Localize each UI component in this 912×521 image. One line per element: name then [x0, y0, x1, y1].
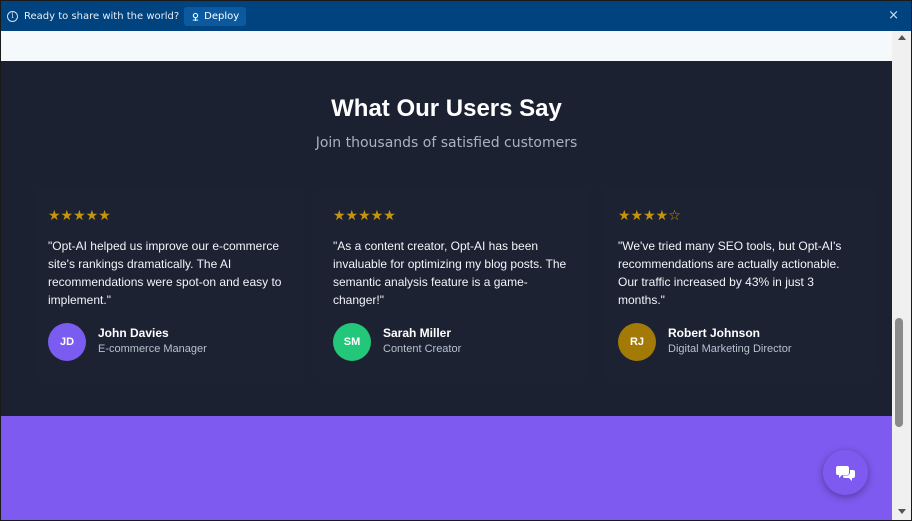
testimonial-quote: "Opt-AI helped us improve our e-commerce…: [48, 239, 282, 307]
testimonials-section: What Our Users Say Join thousands of sat…: [1, 61, 892, 416]
reviewer-role: Digital Marketing Director: [668, 343, 792, 355]
testimonial-card: ★★★★★ "Opt-AI helped us improve our e-co…: [34, 187, 304, 377]
deploy-icon: [192, 12, 199, 21]
vertical-scrollbar[interactable]: [892, 31, 911, 520]
scroll-thumb[interactable]: [895, 318, 903, 427]
testimonial-card: ★★★★★ "As a content creator, Opt-AI has …: [319, 187, 589, 377]
info-icon: i: [7, 10, 18, 22]
deploy-banner: i Ready to share with the world? Deploy …: [1, 1, 911, 31]
reviewer-role: E-commerce Manager: [98, 343, 207, 355]
star-rating: ★★★★☆: [618, 208, 681, 224]
avatar: JD: [48, 323, 86, 361]
testimonial-quote: "As a content creator, Opt-AI has been i…: [333, 239, 567, 307]
star-rating: ★★★★★: [333, 208, 396, 224]
deploy-button-label: Deploy: [204, 10, 240, 22]
reviewer-name: John Davies: [98, 326, 169, 340]
cta-section: [1, 416, 892, 520]
section-title: What Our Users Say: [331, 95, 562, 122]
previous-section-edge: [1, 31, 892, 61]
star-rating: ★★★★★: [48, 208, 111, 224]
chat-bubbles-icon: [835, 465, 855, 481]
testimonial-card: ★★★★☆ "We've tried many SEO tools, but O…: [604, 187, 874, 377]
chat-button[interactable]: [823, 450, 868, 495]
section-subtitle: Join thousands of satisfied customers: [315, 135, 578, 151]
avatar: RJ: [618, 323, 656, 361]
testimonial-quote: "We've tried many SEO tools, but Opt-AI'…: [618, 239, 842, 307]
scroll-up-arrow-icon[interactable]: [898, 35, 906, 40]
scroll-down-arrow-icon[interactable]: [898, 509, 906, 514]
app-window: i Ready to share with the world? Deploy …: [0, 0, 912, 521]
deploy-button[interactable]: Deploy: [184, 6, 247, 26]
reviewer-name: Sarah Miller: [383, 326, 452, 340]
banner-message: Ready to share with the world?: [24, 10, 180, 22]
close-icon[interactable]: ×: [888, 9, 899, 22]
avatar: SM: [333, 323, 371, 361]
reviewer-name: Robert Johnson: [668, 326, 760, 340]
reviewer-role: Content Creator: [383, 343, 462, 355]
